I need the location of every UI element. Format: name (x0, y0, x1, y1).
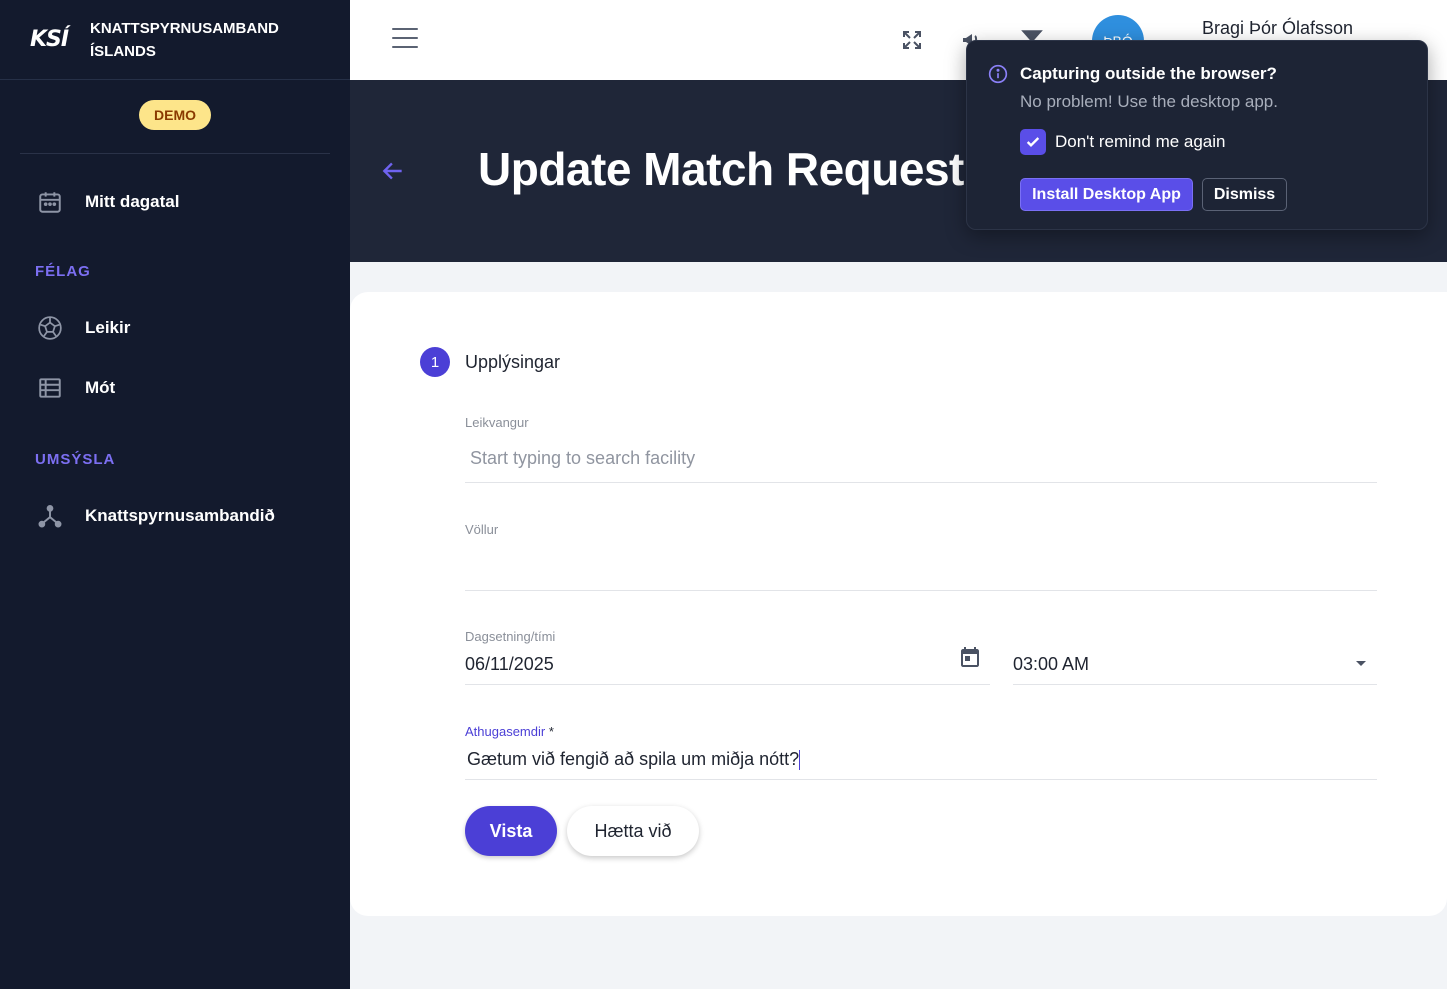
sidebar-item-knattspyrnusambandid[interactable]: Knattspyrnusambandið (0, 486, 350, 546)
facility-label: Leikvangur (465, 415, 529, 430)
sidebar: KSÍ KNATTSPYRNUSAMBAND ÍSLANDS DEMO Mitt… (0, 0, 350, 989)
pitch-label: Völlur (465, 522, 499, 537)
save-button[interactable]: Vista (465, 806, 557, 856)
brand-logo[interactable]: KSÍ (30, 27, 90, 52)
calendar-icon[interactable] (958, 645, 982, 669)
pitch-input[interactable] (465, 550, 1365, 580)
dont-remind-checkbox[interactable] (1020, 129, 1046, 155)
section-title-felag: FÉLAG (35, 263, 91, 280)
user-name[interactable]: Bragi Þór Ólafsson (1202, 18, 1353, 39)
chevron-down-icon[interactable] (1355, 655, 1367, 666)
section-title-umsysla: UMSÝSLA (35, 451, 116, 468)
install-desktop-app-button[interactable]: Install Desktop App (1020, 178, 1193, 211)
facility-input[interactable] (470, 443, 1370, 473)
dismiss-button[interactable]: Dismiss (1202, 178, 1287, 211)
info-icon (988, 64, 1008, 84)
calendar-icon (36, 188, 64, 216)
date-input[interactable]: 06/11/2025 (465, 654, 945, 680)
notes-field: Athugasemdir * Gætum við fengið að spila… (465, 724, 1377, 780)
sidebar-item-leikir[interactable]: Leikir (0, 298, 350, 358)
brand-name: KNATTSPYRNUSAMBAND ÍSLANDS (90, 19, 279, 60)
page-title: Update Match Request (478, 143, 964, 195)
demo-badge: DEMO (139, 100, 211, 130)
step-number: 1 (420, 347, 450, 377)
fullscreen-icon[interactable] (898, 26, 926, 54)
sidebar-item-label: Knattspyrnusambandið (85, 506, 275, 525)
football-icon (36, 314, 64, 342)
sidebar-item-mot[interactable]: Mót (0, 358, 350, 418)
back-arrow-icon[interactable] (380, 158, 406, 184)
form-card: 1 Upplýsingar Leikvangur Völlur Dagsetni… (350, 292, 1447, 916)
sidebar-item-calendar[interactable]: Mitt dagatal (0, 172, 350, 232)
sidebar-item-label: Leikir (85, 318, 131, 337)
pitch-field: Völlur (465, 522, 1377, 591)
popup-subtitle: No problem! Use the desktop app. (1020, 92, 1278, 111)
list-icon (36, 374, 64, 402)
popup-title: Capturing outside the browser? (1020, 64, 1277, 83)
step-header: 1 Upplýsingar (420, 347, 560, 377)
menu-icon[interactable] (392, 28, 418, 50)
time-select[interactable]: 03:00 AM (1013, 654, 1353, 680)
datetime-label: Dagsetning/tími (465, 629, 556, 644)
sidebar-item-label: Mót (85, 378, 116, 397)
notes-input[interactable]: Gætum við fengið að spila um miðja nótt? (467, 749, 1367, 775)
network-icon (36, 502, 64, 530)
datetime-field: Dagsetning/tími 06/11/2025 03:00 AM (465, 629, 1377, 685)
step-label: Upplýsingar (465, 351, 561, 372)
facility-field: Leikvangur (465, 415, 1377, 483)
notes-label: Athugasemdir * (465, 724, 554, 739)
dont-remind-label[interactable]: Don't remind me again (1055, 132, 1226, 152)
desktop-app-popup: Capturing outside the browser? No proble… (966, 40, 1428, 230)
sidebar-item-label: Mitt dagatal (85, 192, 180, 211)
cancel-button[interactable]: Hætta við (567, 806, 699, 856)
brand: KSÍ KNATTSPYRNUSAMBAND ÍSLANDS (0, 0, 350, 80)
